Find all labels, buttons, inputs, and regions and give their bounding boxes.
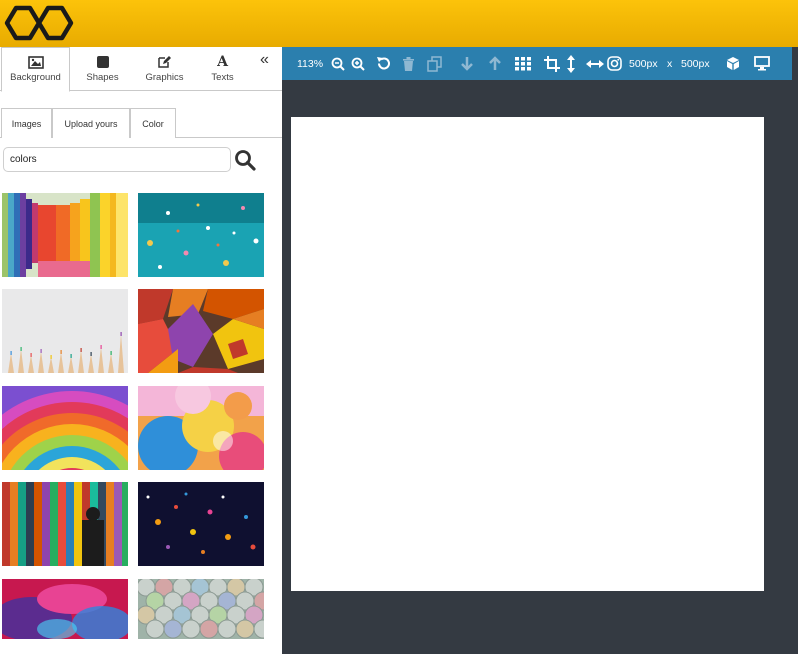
- result-image-night-lights[interactable]: [138, 482, 264, 566]
- result-image-rainbow-arcs[interactable]: [2, 386, 128, 470]
- tab-label: Shapes: [86, 72, 119, 83]
- tab-background[interactable]: Background: [1, 47, 70, 92]
- design-canvas[interactable]: [291, 117, 764, 591]
- canvas-width[interactable]: 500px: [629, 47, 658, 80]
- hexagon-chain-logo[interactable]: [4, 2, 74, 44]
- result-image-smoke-colors[interactable]: [2, 579, 128, 654]
- collapse-panel-icon[interactable]: «: [260, 51, 269, 69]
- subtab-color[interactable]: Color: [130, 108, 176, 138]
- subtab-label: Color: [142, 118, 164, 129]
- crop-icon[interactable]: [544, 47, 560, 80]
- search-icon[interactable]: [234, 149, 256, 171]
- result-image-scale-tiles[interactable]: [138, 579, 264, 654]
- zoom-in-icon[interactable]: [351, 47, 365, 80]
- edit-icon: [158, 56, 171, 68]
- vertical-flip-icon[interactable]: [566, 47, 576, 80]
- result-image-striped-wall[interactable]: [2, 482, 128, 566]
- trash-icon[interactable]: [402, 47, 415, 80]
- undo-icon[interactable]: [376, 47, 391, 80]
- left-panel: Background Shapes Graphics A Texts « Ima…: [0, 47, 282, 654]
- search-input[interactable]: [3, 147, 231, 172]
- tab-label: Background: [10, 72, 61, 83]
- editor-toolbar: 113% 500px x 500px: [282, 47, 792, 80]
- tab-label: Texts: [211, 72, 234, 83]
- size-separator: x: [667, 57, 673, 70]
- grid-icon[interactable]: [515, 47, 531, 80]
- subtab-upload[interactable]: Upload yours: [52, 108, 130, 138]
- result-image-rainbow-corridor[interactable]: [2, 193, 128, 277]
- cube-icon[interactable]: [726, 47, 740, 80]
- result-image-teal-confetti[interactable]: [138, 193, 264, 277]
- result-image-autumn-leaves[interactable]: [138, 289, 264, 373]
- move-down-icon[interactable]: [460, 47, 474, 80]
- panel-tabs: Background Shapes Graphics A Texts «: [0, 47, 282, 92]
- tab-texts[interactable]: A Texts: [188, 47, 257, 91]
- duplicate-icon[interactable]: [427, 47, 443, 80]
- tab-shapes[interactable]: Shapes: [68, 47, 137, 91]
- subtab-label: Images: [11, 118, 42, 129]
- image-icon: [27, 56, 44, 69]
- text-icon: A: [217, 54, 228, 70]
- square-icon: [96, 56, 109, 68]
- subtab-images[interactable]: Images: [1, 108, 52, 138]
- subtab-label: Upload yours: [64, 118, 118, 129]
- app-header: [0, 0, 798, 47]
- background-subtabs: Images Upload yours Color: [0, 108, 282, 138]
- zoom-level: 113%: [297, 57, 324, 70]
- result-image-colored-pencils[interactable]: [2, 289, 128, 373]
- zoom-out-icon[interactable]: [331, 47, 345, 80]
- tab-label: Graphics: [145, 72, 184, 83]
- instagram-icon[interactable]: [607, 47, 622, 80]
- canvas-height[interactable]: 500px: [681, 47, 710, 80]
- move-up-icon[interactable]: [488, 47, 502, 80]
- horizontal-flip-icon[interactable]: [586, 47, 604, 80]
- monitor-icon[interactable]: [754, 47, 770, 80]
- result-image-color-bubbles[interactable]: [138, 386, 264, 470]
